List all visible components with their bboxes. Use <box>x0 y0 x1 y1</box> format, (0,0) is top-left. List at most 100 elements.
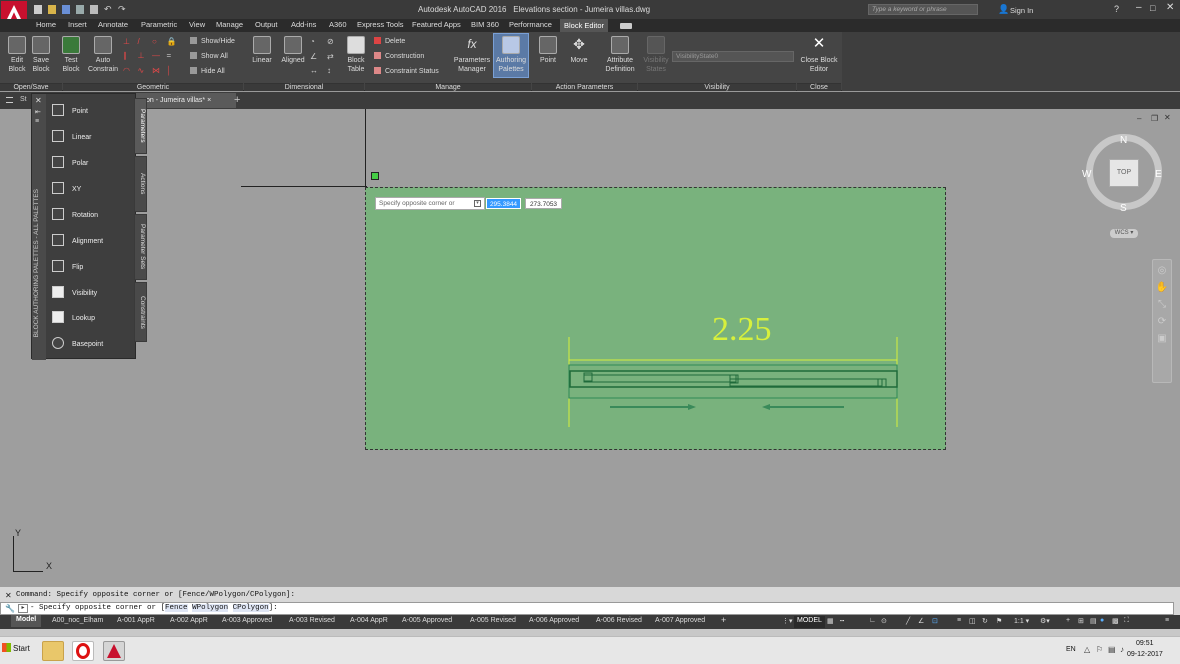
command-input-bar[interactable]: 🔧 ▸ - Specify opposite corner or [Fence … <box>0 602 1174 615</box>
add-layout-icon[interactable]: + <box>721 615 726 625</box>
panel-geometric[interactable]: Geometric <box>63 83 243 91</box>
layout-tab-8[interactable]: A-005 Revised <box>470 617 516 624</box>
new-icon[interactable] <box>34 5 42 14</box>
start-button[interactable]: Start <box>2 643 30 653</box>
zoom-icon[interactable]: ⤡ <box>1153 299 1171 310</box>
quick-properties-icon[interactable]: ▤ <box>1090 617 1097 625</box>
test-block-button[interactable]: Test Block <box>59 36 83 74</box>
panel-dimensional[interactable]: Dimensional <box>244 83 364 91</box>
palette-item-alignment[interactable]: Alignment <box>52 234 103 248</box>
opera-icon[interactable] <box>72 641 94 661</box>
hardware-acceleration-icon[interactable]: ▩ <box>1112 617 1119 625</box>
viewcube-east[interactable]: E <box>1155 169 1162 180</box>
convert-icon[interactable]: ⇄ <box>327 52 340 63</box>
save-icon[interactable] <box>62 5 70 14</box>
tab-view[interactable]: View <box>189 20 205 29</box>
clock-date[interactable]: 09-12-2017 <box>1127 651 1163 658</box>
panel-manage[interactable]: Manage <box>365 83 531 91</box>
options-arrow-icon[interactable]: ▾ <box>474 200 481 207</box>
tab-featured-apps[interactable]: Featured Apps <box>412 20 461 29</box>
close-block-editor-button[interactable]: ✕ Close Block Editor <box>797 36 841 74</box>
option-fence[interactable]: Fence <box>165 604 188 612</box>
document-tab-current[interactable]: on - Jumeira villas* × <box>136 93 236 108</box>
delete-button[interactable]: Delete <box>374 37 405 46</box>
annotation-visibility-icon[interactable]: ⚑ <box>996 617 1002 625</box>
viewcube-south[interactable]: S <box>1120 203 1127 214</box>
option-cpolygon[interactable]: CPolygon <box>232 604 269 612</box>
linear-dim-button[interactable]: Linear <box>249 36 275 65</box>
palette-tab-constraints[interactable]: Constraints <box>134 282 147 342</box>
palette-properties-icon[interactable]: ≡ <box>35 118 39 125</box>
clock-time[interactable]: 09:51 <box>1136 640 1154 647</box>
palette-tab-parameters[interactable]: Parameters <box>134 98 147 154</box>
layout-tab-11[interactable]: A-007 Approved <box>655 617 705 624</box>
close-icon[interactable]: ✕ <box>1166 2 1174 13</box>
viewport-minimize-icon[interactable]: – <box>1137 114 1141 123</box>
construction-button[interactable]: Construction <box>374 52 424 61</box>
tab-output[interactable]: Output <box>255 20 278 29</box>
palette-item-xy[interactable]: XY <box>52 182 81 196</box>
model-space-button[interactable]: MODEL <box>794 616 825 628</box>
move-action-button[interactable]: ✥ Move <box>566 36 592 65</box>
ortho-icon[interactable]: ∟ <box>869 617 876 624</box>
smooth-icon[interactable]: ∿ <box>138 66 150 77</box>
block-authoring-palette[interactable]: ✕ ⇤ ≡ BLOCK AUTHORING PALETTES - ALL PAL… <box>31 93 147 360</box>
palette-item-linear[interactable]: Linear <box>52 130 91 144</box>
tab-close-icon[interactable]: × <box>207 97 211 104</box>
maximize-icon[interactable]: □ <box>1150 3 1155 13</box>
layout-tab-2[interactable]: A-001 AppR <box>117 617 155 624</box>
layout-tab-9[interactable]: A-006 Approved <box>529 617 579 624</box>
edit-block-button[interactable]: Edit Block <box>5 36 29 74</box>
tab-express-tools[interactable]: Express Tools <box>357 20 404 29</box>
horizontal-icon[interactable]: — <box>152 51 164 62</box>
panel-visibility[interactable]: Visibility <box>638 83 796 91</box>
layout-tab-4[interactable]: A-003 Approved <box>222 617 272 624</box>
panel-action-parameters[interactable]: Action Parameters <box>532 83 637 91</box>
sign-in-button[interactable]: Sign In <box>1010 6 1033 15</box>
tangent-icon[interactable]: ◠ <box>123 66 135 77</box>
panel-close[interactable]: Close <box>797 83 841 91</box>
navigation-bar[interactable]: ◎ ✋ ⤡ ⟳ ▣ <box>1152 259 1172 383</box>
tab-annotate[interactable]: Annotate <box>98 20 128 29</box>
print-icon[interactable] <box>90 5 98 14</box>
palette-item-polar[interactable]: Polar <box>52 156 88 170</box>
layout-tab-6[interactable]: A-004 AppR <box>350 617 388 624</box>
viewport-close-icon[interactable]: ✕ <box>1164 113 1171 122</box>
tab-home[interactable]: Home <box>36 20 56 29</box>
command-close-icon[interactable]: ✕ <box>5 591 12 600</box>
show-hide-button[interactable]: Show/Hide <box>190 37 235 46</box>
open-icon[interactable] <box>48 5 56 14</box>
coincident-icon[interactable]: ⊥ <box>123 37 135 48</box>
tray-up-icon[interactable]: △ <box>1084 645 1090 654</box>
perpendicular-icon[interactable]: ⊥ <box>138 51 150 62</box>
collinear-icon[interactable]: / <box>138 37 150 48</box>
tab-bim-360[interactable]: BIM 360 <box>471 20 499 29</box>
palette-close-icon[interactable]: ✕ <box>35 96 42 105</box>
dimensional-small-icons[interactable]: ◔ ⊘ ∠ ⇄ ↔ ↕ <box>310 37 340 77</box>
palette-item-rotation[interactable]: Rotation <box>52 208 98 222</box>
lock-icon[interactable]: 🔒 <box>167 37 179 48</box>
visibility-state-select[interactable]: VisibilityState0 <box>672 51 794 62</box>
layout-tab-10[interactable]: A-006 Revised <box>596 617 642 624</box>
isolate-objects-icon[interactable]: ● <box>1100 617 1104 624</box>
option-wpolygon[interactable]: WPolygon <box>192 604 229 612</box>
palette-tab-parameter-sets[interactable]: Parameter Sets <box>134 214 147 280</box>
tab-insert[interactable]: Insert <box>68 20 87 29</box>
wcs-menu[interactable]: WCS ▾ <box>1110 229 1138 238</box>
hide-all-button[interactable]: Hide All <box>190 67 225 76</box>
drawing-canvas[interactable]: – ❐ ✕ Specify opposite corner or ▾ 295.3… <box>0 109 1180 587</box>
ribbon-toggle-icon[interactable] <box>620 23 632 29</box>
visibility-states-button[interactable]: Visibility States <box>642 36 670 74</box>
minimize-icon[interactable]: – <box>1136 2 1142 13</box>
annotation-monitor-icon[interactable]: + <box>1066 617 1070 624</box>
grid-icon[interactable]: ▦ <box>827 617 834 625</box>
layout-tab-1[interactable]: A00_noc_Elham <box>52 617 103 624</box>
layout-tab-7[interactable]: A-005 Approved <box>402 617 452 624</box>
tab-a360[interactable]: A360 <box>329 20 347 29</box>
viewcube-north[interactable]: N <box>1120 135 1127 146</box>
layout-scroll-icon[interactable]: ⋮▾ <box>782 617 793 625</box>
viewcube-top-face[interactable]: TOP <box>1109 159 1139 187</box>
autocad-taskbar-icon[interactable] <box>103 641 125 661</box>
parallel-icon[interactable]: ∥ <box>123 51 135 62</box>
block-table-button[interactable]: Block Table <box>344 36 368 74</box>
